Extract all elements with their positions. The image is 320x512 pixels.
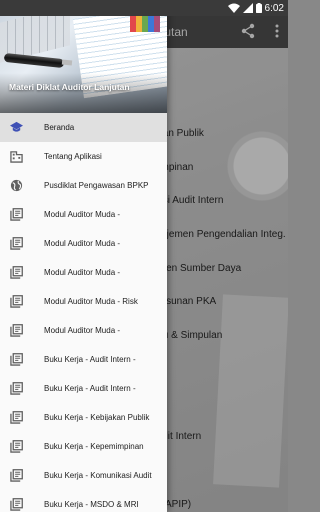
status-time: 6:02 (264, 2, 284, 14)
menu-item-label: Buku Kerja - Kebijakan Publik (44, 413, 150, 422)
globe-icon (10, 179, 23, 192)
library-books-icon (10, 440, 23, 453)
library-books-icon (10, 237, 23, 250)
library-books-icon (10, 382, 23, 395)
status-icons: 6:02 (227, 1, 284, 15)
menu-item-label: Modul Auditor Muda - Risk (44, 297, 138, 306)
menu-item-modul[interactable]: Modul Auditor Muda - Risk (0, 287, 167, 316)
library-books-icon (10, 469, 23, 482)
menu-item-buku-kerja[interactable]: Buku Kerja - Audit Intern - (0, 374, 167, 403)
library-books-icon (10, 324, 23, 337)
school-icon (10, 121, 23, 132)
menu-item-modul[interactable]: Modul Auditor Muda - (0, 316, 167, 345)
drawer-title: Materi Diklat Auditor Lanjutan (9, 82, 130, 92)
drawer-menu: Beranda Tentang Aplikasi Pusdiklat Penga… (0, 113, 167, 512)
header-chart-image (130, 16, 160, 32)
menu-item-label: Modul Auditor Muda - (44, 326, 121, 335)
menu-item-buku-kerja[interactable]: Buku Kerja - Komunikasi Audit (0, 461, 167, 490)
menu-item-buku-kerja[interactable]: Buku Kerja - Kebijakan Publik (0, 403, 167, 432)
library-books-icon (10, 411, 23, 424)
battery-icon (255, 3, 262, 13)
navigation-drawer: Materi Diklat Auditor Lanjutan Beranda T… (0, 0, 167, 512)
menu-item-beranda[interactable]: Beranda (0, 113, 167, 142)
menu-item-label: Buku Kerja - Komunikasi Audit (44, 471, 152, 480)
menu-item-buku-kerja[interactable]: Buku Kerja - Kepemimpinan (0, 432, 167, 461)
menu-item-tentang-aplikasi[interactable]: Tentang Aplikasi (0, 142, 167, 171)
header-pen-image (3, 52, 65, 69)
menu-item-modul[interactable]: Modul Auditor Muda - (0, 229, 167, 258)
wifi-icon (227, 3, 240, 13)
library-books-icon (10, 353, 23, 366)
menu-item-label: Modul Auditor Muda - (44, 268, 121, 277)
menu-item-label: Buku Kerja - MSDO & MRI (44, 500, 139, 509)
menu-item-label: Modul Auditor Muda - (44, 210, 121, 219)
menu-item-label: Buku Kerja - Kepemimpinan (44, 442, 144, 451)
menu-item-modul[interactable]: Modul Auditor Muda - (0, 258, 167, 287)
library-books-icon (10, 208, 23, 221)
menu-item-label: Tentang Aplikasi (44, 152, 102, 161)
library-books-icon (10, 498, 23, 511)
header-pen-tip (61, 59, 73, 66)
menu-item-label: Buku Kerja - Audit Intern - (44, 384, 136, 393)
business-icon (10, 151, 23, 163)
menu-item-label: Pusdiklat Pengawasan BPKP (44, 181, 149, 190)
header-shade (0, 73, 167, 113)
signal-icon (242, 3, 253, 13)
library-books-icon (10, 266, 23, 279)
status-bar: 6:02 (0, 0, 288, 16)
menu-item-modul[interactable]: Modul Auditor Muda - (0, 200, 167, 229)
drawer-header: Materi Diklat Auditor Lanjutan (0, 0, 167, 113)
menu-item-label: Modul Auditor Muda - (44, 239, 121, 248)
menu-item-pusdiklat[interactable]: Pusdiklat Pengawasan BPKP (0, 171, 167, 200)
library-books-icon (10, 295, 23, 308)
menu-item-buku-kerja[interactable]: Buku Kerja - Audit Intern - (0, 345, 167, 374)
menu-item-label: Buku Kerja - Audit Intern - (44, 355, 136, 364)
menu-item-buku-kerja[interactable]: Buku Kerja - MSDO & MRI (0, 490, 167, 512)
menu-item-label: Beranda (44, 123, 75, 132)
